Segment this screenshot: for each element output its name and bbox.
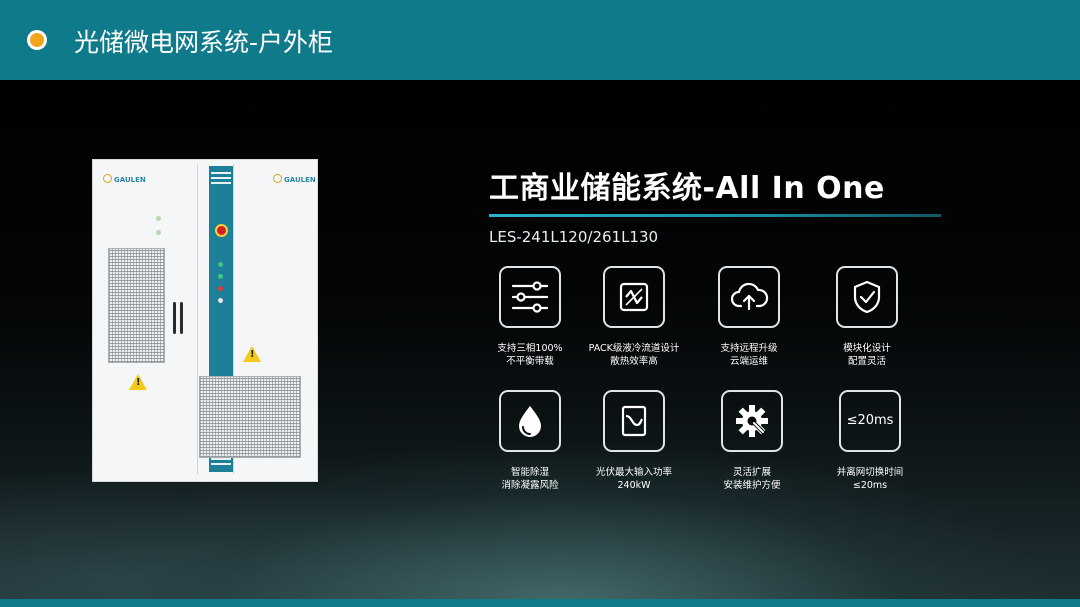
feature-label: 模块化设计 配置灵活 — [843, 343, 891, 367]
pv-power-icon — [603, 390, 665, 452]
switch-time-text: ≤20ms — [846, 413, 894, 428]
vent-grille — [199, 376, 301, 458]
title-underline — [489, 214, 941, 217]
indicator-led — [218, 262, 223, 267]
indicator-led — [218, 286, 223, 291]
feature-label: PACK级液冷流道设计 散热效率高 — [588, 343, 680, 367]
header-bar: 光储微电网系统-户外柜 — [0, 0, 1080, 80]
outdoor-cabinet-image: GAULEN GAULEN — [92, 159, 318, 482]
brand-logo: GAULEN — [103, 174, 146, 184]
feature-label: 支持三相100% 不平衡带载 — [497, 343, 563, 367]
gear-wrench-icon — [721, 390, 783, 452]
feature-label: 灵活扩展 安装维护方便 — [723, 467, 781, 491]
status-led — [156, 230, 161, 235]
feature-label: 光伏最大输入功率 240kW — [595, 467, 672, 491]
warning-sign-icon — [129, 374, 147, 390]
liquid-cooling-pack-icon — [603, 266, 665, 328]
bullet-icon — [30, 33, 44, 47]
model-number: LES-241L120/261L130 — [489, 228, 659, 246]
status-led — [156, 216, 161, 221]
warning-sign-icon — [243, 346, 261, 362]
vent-grille — [108, 248, 165, 363]
indicator-led — [218, 298, 223, 303]
feature-label: 支持远程升级 云端运维 — [720, 343, 778, 367]
feature-label: 智能除湿 消除凝露风险 — [501, 467, 559, 491]
indicator-led — [218, 274, 223, 279]
switch-time-badge: ≤20ms — [839, 390, 901, 452]
feature-label: 并离网切换时间 ≤20ms — [836, 467, 904, 491]
page-title: 光储微电网系统-户外柜 — [74, 28, 334, 57]
door-handle — [180, 302, 183, 334]
shield-check-icon — [836, 266, 898, 328]
door-handle — [173, 302, 176, 334]
water-drop-icon — [499, 390, 561, 452]
bottom-bar — [0, 599, 1080, 607]
product-title: 工商业储能系统-All In One — [489, 171, 885, 206]
sliders-icon — [499, 266, 561, 328]
emergency-stop-button — [215, 224, 228, 237]
brand-logo: GAULEN — [273, 174, 316, 184]
cloud-upload-icon — [718, 266, 780, 328]
